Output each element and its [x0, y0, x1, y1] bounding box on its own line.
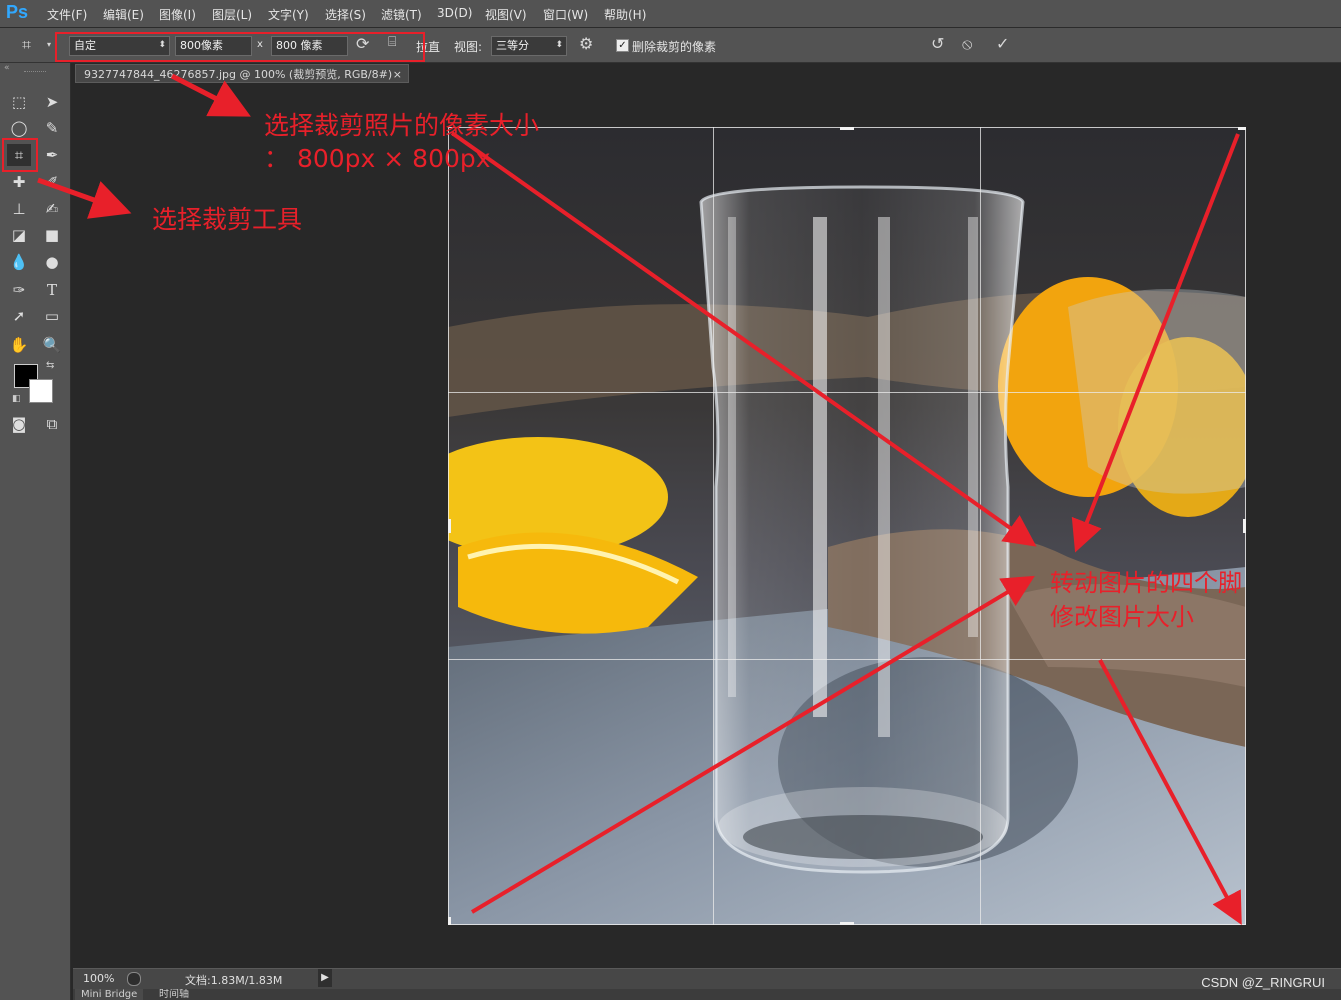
play-arrow-icon[interactable]: ▶: [318, 969, 332, 987]
annotation-arrows: [37, 73, 1242, 926]
arrow-to-crop-tool: [37, 177, 132, 219]
annotation-crop-tool: 选择裁剪工具: [152, 205, 303, 234]
status-menu-icon[interactable]: [127, 972, 141, 986]
document-size-info: 文档:1.83M/1.83M: [185, 974, 283, 987]
arrow-to-size-fields: [170, 73, 251, 117]
tab-mini-bridge[interactable]: Mini Bridge: [75, 989, 144, 1000]
arrow-top-right-handle: [1071, 133, 1240, 553]
annotation-handles-line2: 修改图片大小: [1050, 603, 1194, 631]
annotation-pixel-size-line2: ： 800px × 800px: [264, 144, 491, 173]
tab-timeline[interactable]: 时间轴: [153, 989, 195, 1000]
annotation-pixel-size-line1: 选择裁剪照片的像素大小: [264, 111, 540, 140]
status-bar: 100% 文档:1.83M/1.83M ▶: [73, 968, 1341, 989]
arrow-top-left-handle: [450, 131, 1037, 547]
zoom-level[interactable]: 100%: [83, 972, 114, 985]
arrow-bottom-right-handle: [1098, 659, 1242, 926]
annotation-handles-line1: 转动图片的四个脚: [1050, 569, 1242, 597]
bottom-panel-tabs: Mini Bridge 时间轴: [73, 989, 1341, 1000]
arrow-bottom-left-handle: [470, 575, 1035, 914]
watermark: CSDN @Z_RINGRUI: [1201, 975, 1325, 990]
